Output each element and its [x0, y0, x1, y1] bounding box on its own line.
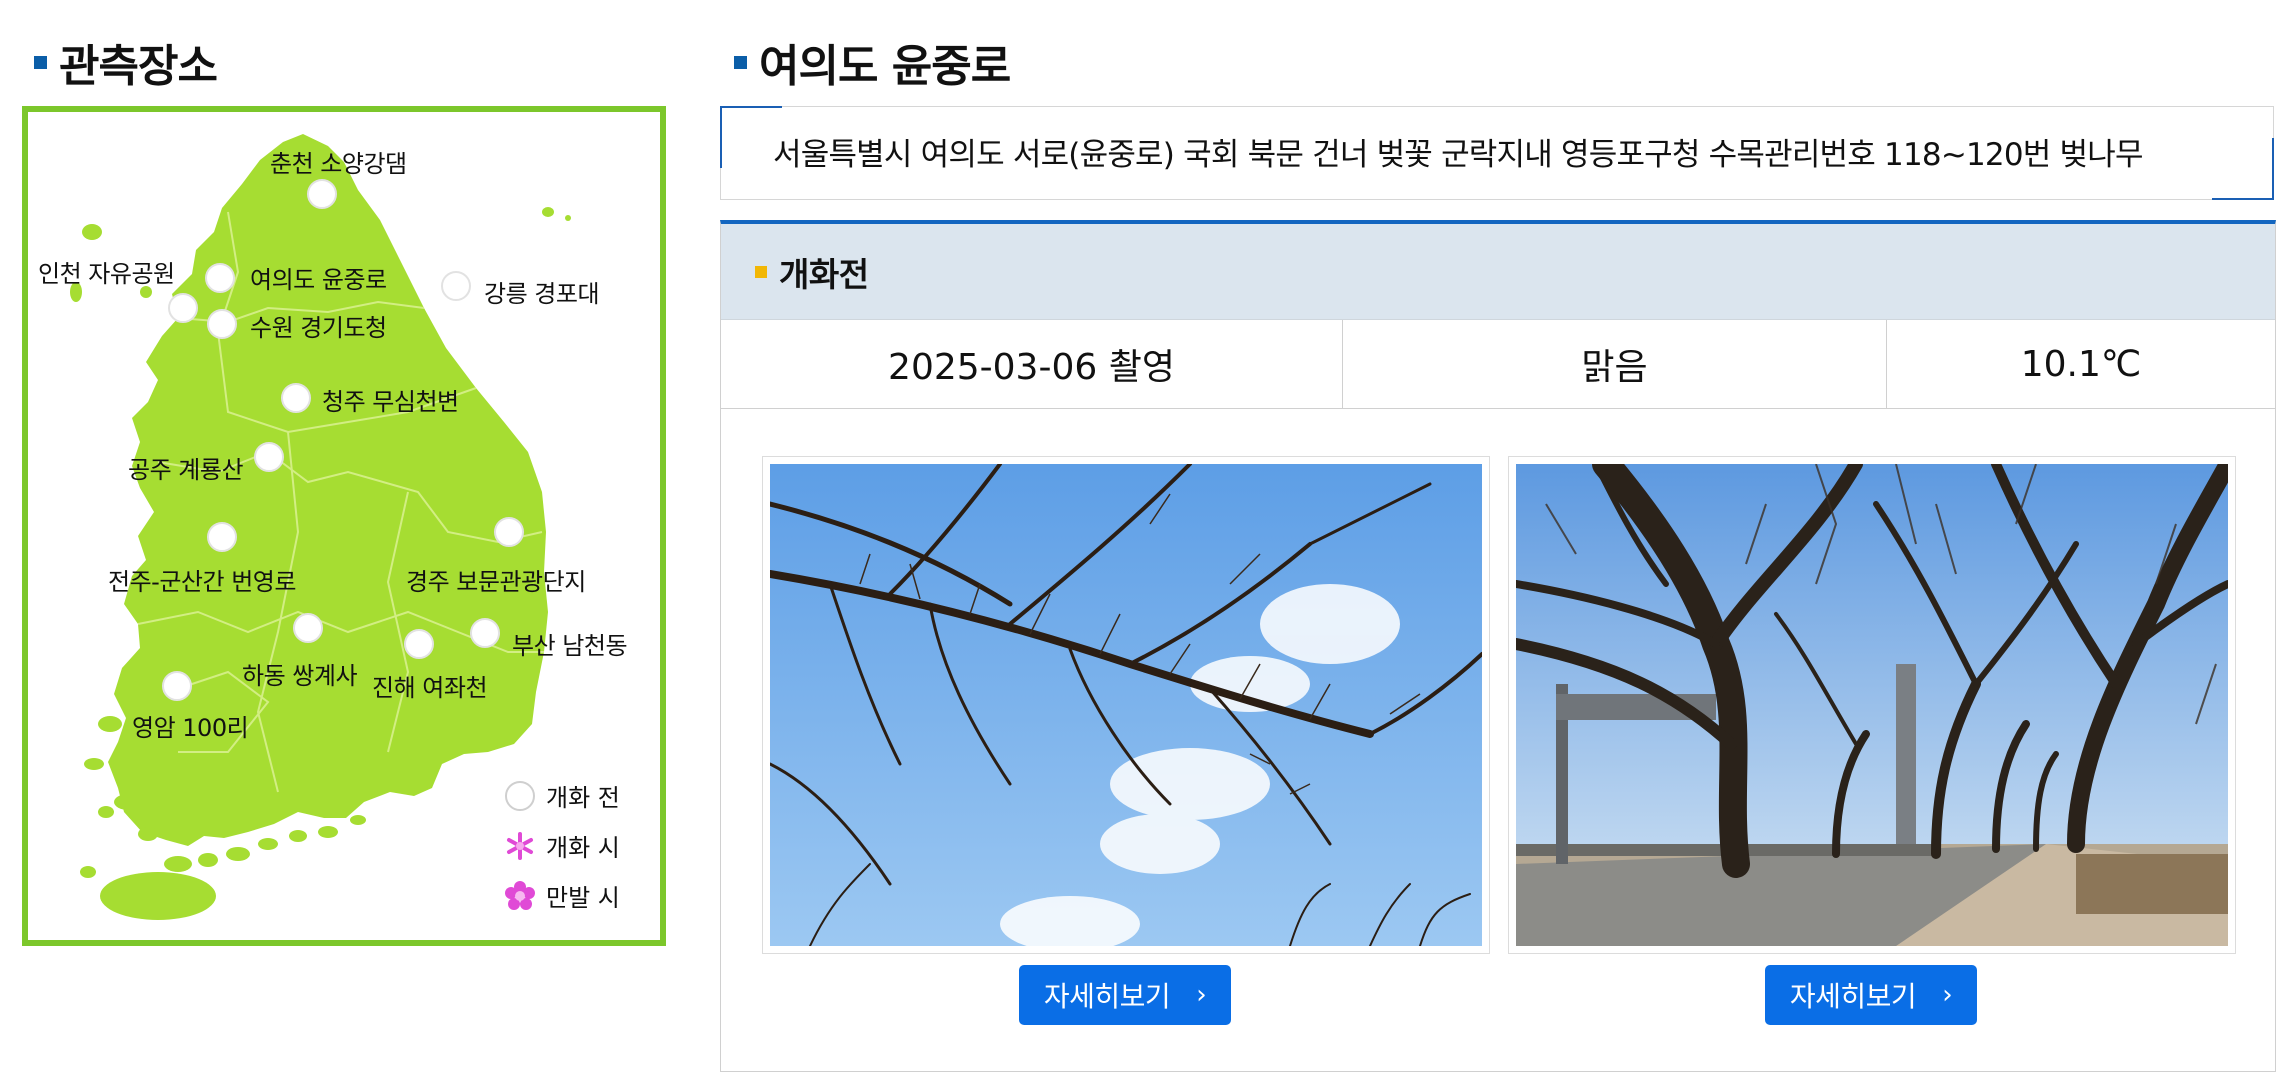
small-flower-icon [504, 830, 536, 862]
korea-landmass [70, 134, 571, 920]
photo-card-1 [762, 456, 1490, 954]
legend-full-bloom: 만발 시 [504, 878, 620, 913]
location-label-yeouido[interactable]: 여의도 윤중로 [250, 260, 387, 295]
location-label-yeongam[interactable]: 영암 100리 [132, 708, 249, 743]
location-label-gangneung[interactable]: 강릉 경포대 [484, 274, 600, 309]
corner-decoration [2212, 138, 2274, 200]
legend-before-bloom: 개화 전 [504, 778, 620, 813]
marker-gyeongju[interactable] [494, 517, 524, 547]
address-text: 서울특별시 여의도 서로(윤중로) 국회 북문 건너 벚꽃 군락지내 영등포구청… [773, 137, 2144, 173]
location-label-hadong[interactable]: 하동 쌍계사 [242, 656, 358, 691]
marker-suwon[interactable] [207, 309, 237, 339]
location-label-busan[interactable]: 부산 남천동 [512, 626, 628, 661]
legend-blooming: 개화 시 [504, 828, 620, 863]
marker-gongju[interactable] [254, 442, 284, 472]
view-details-button-2[interactable]: 자세히보기 › [1765, 965, 1977, 1025]
observation-sites-heading: 관측장소 [34, 30, 218, 94]
location-label-jinhae[interactable]: 진해 여좌천 [372, 668, 488, 703]
chevron-right-icon: › [1942, 980, 1953, 1010]
photo-tree-avenue[interactable] [1516, 464, 2228, 946]
panel-header: 개화전 [721, 224, 2275, 320]
location-label-gyeongju[interactable]: 경주 보문관광단지 [406, 562, 586, 597]
observation-info-row: 2025-03-06 촬영 맑음 10.1℃ [721, 320, 2275, 409]
location-label-chuncheon[interactable]: 춘천 소양강댐 [270, 144, 407, 179]
legend-label: 개화 시 [546, 834, 620, 862]
view-details-label: 자세히보기 [1043, 980, 1171, 1013]
marker-incheon[interactable] [168, 293, 198, 323]
empty-circle-icon [504, 780, 536, 812]
marker-busan[interactable] [470, 618, 500, 648]
view-details-label: 자세히보기 [1789, 980, 1917, 1013]
location-label-suwon[interactable]: 수원 경기도청 [250, 308, 387, 343]
location-label-cheongju[interactable]: 청주 무심천변 [322, 382, 459, 417]
marker-hadong[interactable] [293, 613, 323, 643]
photo-branches-sky[interactable] [770, 464, 1482, 946]
bloom-status-panel: 개화전 2025-03-06 촬영 맑음 10.1℃ 자세히보기 › 자세히보기… [720, 220, 2276, 1072]
full-flower-icon [504, 880, 536, 912]
marker-yeongam[interactable] [162, 671, 192, 701]
legend-label: 개화 전 [546, 784, 620, 812]
address-box: 서울특별시 여의도 서로(윤중로) 국회 북문 건너 벚꽃 군락지내 영등포구청… [720, 106, 2274, 200]
photo-card-2 [1508, 456, 2236, 954]
site-title: 여의도 윤중로 [759, 41, 1011, 92]
weather: 맑음 [1343, 320, 1887, 408]
korea-map: 춘천 소양강댐 인천 자유공원 여의도 윤중로 강릉 경포대 수원 경기도청 청… [22, 106, 666, 946]
marker-cheongju[interactable] [281, 383, 311, 413]
photo-date: 2025-03-06 촬영 [721, 320, 1343, 408]
location-label-gongju[interactable]: 공주 계룡산 [128, 450, 244, 485]
temperature: 10.1℃ [2020, 343, 2142, 385]
site-heading: 여의도 윤중로 [734, 30, 1011, 94]
observation-sites-title: 관측장소 [59, 41, 218, 92]
marker-jeonju[interactable] [207, 522, 237, 552]
marker-yeouido[interactable] [205, 263, 235, 293]
bloom-status-title: 개화전 [779, 254, 869, 294]
view-details-button-1[interactable]: 자세히보기 › [1019, 965, 1231, 1025]
panel-bullet-icon [755, 265, 767, 278]
heading-bullet-icon [34, 55, 47, 69]
heading-bullet-icon [734, 55, 747, 69]
location-label-incheon[interactable]: 인천 자유공원 [38, 254, 175, 289]
marker-gangneung[interactable] [441, 271, 471, 301]
marker-chuncheon[interactable] [307, 179, 337, 209]
chevron-right-icon: › [1196, 980, 1207, 1010]
marker-jinhae[interactable] [404, 629, 434, 659]
location-label-jeonju[interactable]: 전주-군산간 번영로 [108, 562, 296, 597]
legend-label: 만발 시 [546, 884, 620, 912]
